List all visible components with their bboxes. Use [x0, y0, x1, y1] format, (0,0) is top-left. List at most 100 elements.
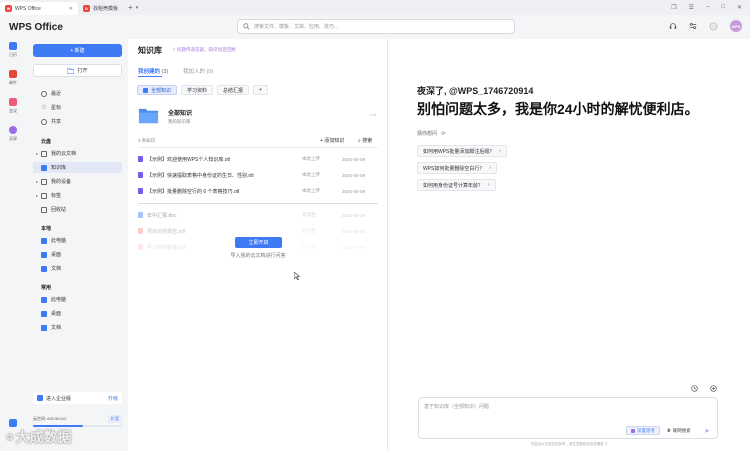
suggestion-chip[interactable]: WPS如何批量删除空白行？ ›: [417, 162, 498, 174]
shared-icon: [41, 118, 47, 125]
skin-icon[interactable]: [709, 22, 718, 31]
documents-folder-icon: [41, 324, 47, 331]
avatar[interactable]: WPS: [730, 20, 742, 32]
minimize-icon[interactable]: –: [706, 4, 709, 11]
list-item[interactable]: 【示例】批量删除空行的 6 个表格技巧.otl 本地上传 2025-05-09: [138, 185, 378, 197]
nav-item-tags[interactable]: ▸ 标签: [33, 190, 122, 201]
send-icon[interactable]: ➤: [704, 427, 710, 435]
menu-icon[interactable]: ☰: [689, 4, 694, 11]
nav-label: 知识库: [51, 165, 67, 171]
nav-label: 桌面: [51, 311, 62, 317]
tab-created[interactable]: 我创建的 (3): [138, 67, 168, 75]
tab-joined[interactable]: 我加入的 (0): [183, 67, 213, 75]
ai-disclaimer: 内容由AI生成仅供参考，请注意甄别信息准确性 ©: [530, 442, 608, 446]
chat-input[interactable]: 基于知识库（全部知识）问题 深度思考 🌐︎ 联网搜索 ➤: [418, 397, 718, 439]
import-hint: 导入我的云文档进行问答: [230, 253, 286, 259]
nav-item-common-desktop[interactable]: 桌面: [33, 308, 122, 319]
deep-think-toggle[interactable]: 深度思考: [626, 426, 660, 435]
rail-label: 会议: [9, 108, 17, 113]
ai-chat-panel: 夜深了, @WPS_1746720914 别怕问题太多，我是你24小时的解忧便利…: [389, 39, 750, 451]
trash-icon: [41, 206, 47, 213]
pdf-file-icon: [138, 244, 143, 250]
close-tab-icon[interactable]: ✕: [69, 6, 73, 12]
tab-list-chevron-icon[interactable]: ▾: [136, 5, 139, 11]
list-item[interactable]: 【示例】快速提取表格中身份证的生日、性别.otl 本地上传 2025-05-09: [138, 169, 378, 181]
new-chat-icon[interactable]: [710, 385, 717, 392]
nav-item-my-cloud-docs[interactable]: ▸ 我的云文档: [33, 148, 122, 159]
add-knowledge-button[interactable]: + 添加知识: [320, 137, 344, 144]
lingxi-icon: [9, 126, 17, 134]
watermark: ✿ 大成数据: [6, 427, 72, 447]
rail-item-calendar[interactable]: 日历: [0, 42, 26, 58]
chevron-right-icon[interactable]: ▸: [36, 151, 38, 156]
meeting-icon: [9, 98, 17, 106]
watermark-logo-icon: ✿: [6, 431, 14, 442]
search-input[interactable]: 搜索文件、模板、文库、应用、技巧...: [237, 19, 515, 34]
web-search-toggle[interactable]: 🌐︎ 联网搜索: [664, 426, 694, 435]
nav-item-trash[interactable]: 回收站: [33, 204, 122, 215]
storage-info: 云空间: 690.5K/1G 扩容: [33, 415, 122, 423]
nav-item-starred[interactable]: ☆ 星标: [33, 102, 122, 113]
rail-item-mail[interactable]: 邮件: [0, 70, 26, 86]
suggestion-chip[interactable]: 如何用WPS批量添加脚注后缀？ ›: [417, 145, 508, 157]
file-name: 【示例】快速提取表格中身份证的生日、性别.otl: [147, 172, 254, 179]
suggestion-text: 如何用WPS批量添加脚注后缀？: [423, 148, 495, 155]
close-window-icon[interactable]: ✕: [737, 4, 742, 11]
more-options-icon[interactable]: ⋯: [370, 111, 377, 119]
new-tab-icon[interactable]: +: [128, 3, 133, 12]
expand-storage-button[interactable]: 扩容: [108, 415, 122, 423]
settings-sliders-icon[interactable]: [689, 22, 697, 30]
rail-item-lingxi[interactable]: 灵犀: [0, 126, 26, 142]
enterprise-banner[interactable]: 进入企业版 升级: [33, 392, 122, 404]
file-source: 本地上传: [302, 172, 320, 177]
chip-label: 全部知识: [151, 87, 172, 94]
nav-item-common-documents[interactable]: 文档: [33, 322, 122, 333]
chip-study-materials[interactable]: 学习资料: [181, 85, 214, 95]
file-source: 云文档: [302, 244, 316, 249]
file-name: 【示例】批量删除空行的 6 个表格技巧.otl: [147, 188, 240, 195]
nav-label: 桌面: [51, 252, 62, 258]
chevron-right-icon[interactable]: ▸: [36, 193, 38, 198]
file-name: 年中汇报.doc: [147, 212, 177, 219]
nav-item-shared[interactable]: 共享: [33, 116, 122, 127]
cloud-status-icon[interactable]: [9, 419, 17, 427]
rail-item-meeting[interactable]: 会议: [0, 98, 26, 114]
nav-item-local-desktop[interactable]: 桌面: [33, 249, 122, 260]
nav-item-my-devices[interactable]: ▸ 我的设备: [33, 176, 122, 187]
file-date: 2025-05-09: [342, 188, 366, 194]
nav-item-knowledge-base[interactable]: 知识库: [33, 162, 122, 173]
new-button[interactable]: + 新建: [33, 44, 122, 57]
nav-item-local-pc[interactable]: 此电脑: [33, 235, 122, 246]
documents-folder-icon: [41, 265, 47, 272]
history-icon[interactable]: [691, 385, 698, 392]
file-date: 2025-05-09: [342, 156, 366, 162]
suggestion-chip[interactable]: 如何用身份证号计算年龄？ ›: [417, 179, 496, 191]
refresh-icon[interactable]: ⟳: [441, 131, 445, 137]
list-item[interactable]: 【示例】欢迎使用WPS个人知识库.otl 本地上传 2025-05-09: [138, 153, 378, 165]
list-item: 年中汇报.doc 云文档 2025-05-09: [138, 209, 378, 221]
file-date: 2025-05-09: [342, 228, 366, 234]
cloud-doc-icon: [41, 150, 47, 157]
open-button[interactable]: 打开: [33, 64, 122, 77]
headset-icon[interactable]: [669, 22, 677, 30]
kb-search-button[interactable]: ⌕ 搜索: [358, 137, 372, 144]
suggestion-text: 如何用身份证号计算年龄？: [423, 182, 484, 189]
restore-window-icon[interactable]: ❐: [671, 4, 676, 11]
tab-wps-office[interactable]: W WPS Office ✕: [0, 2, 78, 15]
window-controls: ❐ ☰ – □ ✕: [671, 4, 750, 11]
nav-item-local-documents[interactable]: 文档: [33, 263, 122, 274]
otl-file-icon: [138, 188, 143, 194]
upgrade-link[interactable]: 升级: [108, 395, 118, 402]
enable-import-button[interactable]: 立即开启: [235, 237, 282, 248]
search-icon: [243, 23, 250, 30]
chip-all-knowledge[interactable]: 全部知识: [137, 85, 178, 95]
nav-item-common-pc[interactable]: 此电脑: [33, 294, 122, 305]
maximize-icon[interactable]: □: [721, 4, 725, 11]
nav-label: 文档: [51, 325, 62, 331]
chip-summary-reports[interactable]: 总结汇报: [217, 85, 250, 95]
otl-file-icon: [138, 172, 143, 178]
tab-template[interactable]: D 找稻壳模板: [78, 2, 123, 15]
add-category-button[interactable]: +: [253, 85, 268, 95]
chevron-right-icon[interactable]: ▸: [36, 179, 38, 184]
nav-item-recent[interactable]: 最近: [33, 88, 122, 99]
